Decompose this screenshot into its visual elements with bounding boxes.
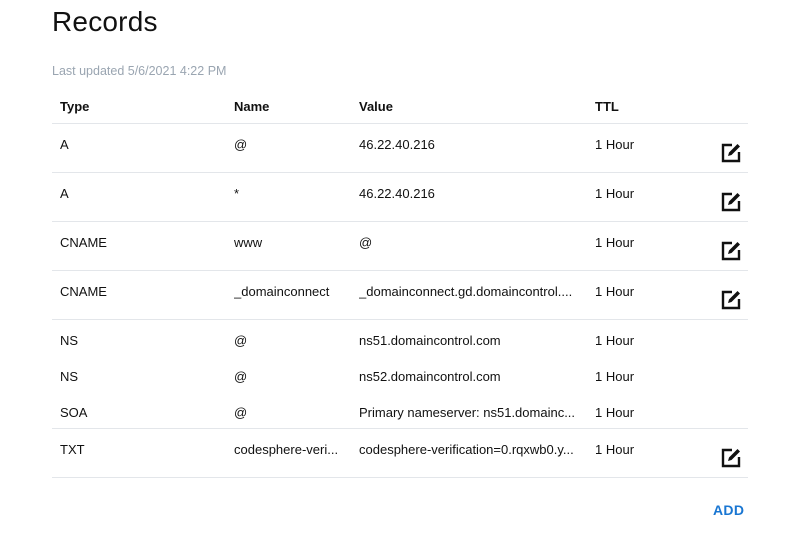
page-title: Records <box>52 6 158 37</box>
edit-record-button[interactable] <box>719 141 743 165</box>
edit-icon <box>721 143 741 163</box>
record-name: codesphere-veri... <box>234 442 339 457</box>
column-header-value: Value <box>359 99 393 114</box>
column-header-type: Type <box>60 99 90 114</box>
edit-record-button[interactable] <box>719 239 743 263</box>
edit-icon <box>721 192 741 212</box>
record-type: A <box>60 186 69 201</box>
record-name: www <box>234 235 263 250</box>
record-type: TXT <box>60 442 85 457</box>
table-row: CNAME _domainconnect _domainconnect.gd.d… <box>52 271 748 320</box>
record-ttl: 1 Hour <box>595 235 635 250</box>
table-row: NS @ ns52.domaincontrol.com 1 Hour <box>52 356 748 392</box>
record-name: @ <box>234 405 248 420</box>
record-type: CNAME <box>60 284 107 299</box>
record-name: * <box>234 186 240 201</box>
record-value: codesphere-verification=0.rqxwb0.y... <box>359 442 574 457</box>
record-ttl: 1 Hour <box>595 405 635 420</box>
record-value: 46.22.40.216 <box>359 137 435 152</box>
edit-record-button[interactable] <box>719 190 743 214</box>
record-name: @ <box>234 369 248 384</box>
edit-icon <box>721 241 741 261</box>
record-ttl: 1 Hour <box>595 284 635 299</box>
record-value: _domainconnect.gd.domaincontrol.... <box>359 284 573 299</box>
record-type: A <box>60 137 69 152</box>
table-row: NS @ ns51.domaincontrol.com 1 Hour <box>52 320 748 356</box>
table-row: A @ 46.22.40.216 1 Hour <box>52 124 748 173</box>
edit-record-button[interactable] <box>719 288 743 312</box>
record-value: @ <box>359 235 373 250</box>
record-value: ns52.domaincontrol.com <box>359 369 501 384</box>
record-value: 46.22.40.216 <box>359 186 435 201</box>
add-record-button[interactable]: ADD <box>713 502 744 518</box>
record-type: NS <box>60 333 79 348</box>
last-updated-text: Last updated 5/6/2021 4:22 PM <box>52 64 227 78</box>
record-ttl: 1 Hour <box>595 369 635 384</box>
dns-records-table: Type Name Value TTL A @ 46.22.40.216 1 H… <box>52 87 748 478</box>
record-type: SOA <box>60 405 88 420</box>
record-name: @ <box>234 137 248 152</box>
column-header-name: Name <box>234 99 270 114</box>
table-header-row: Type Name Value TTL <box>52 87 748 124</box>
record-type: NS <box>60 369 79 384</box>
record-ttl: 1 Hour <box>595 333 635 348</box>
record-ttl: 1 Hour <box>595 442 635 457</box>
column-header-ttl: TTL <box>595 99 619 114</box>
record-type: CNAME <box>60 235 107 250</box>
record-name: @ <box>234 333 248 348</box>
table-row: CNAME www @ 1 Hour <box>52 222 748 271</box>
edit-record-button[interactable] <box>719 446 743 470</box>
edit-icon <box>721 448 741 468</box>
record-ttl: 1 Hour <box>595 186 635 201</box>
record-value: Primary nameserver: ns51.domainc... <box>359 405 576 420</box>
table-row: SOA @ Primary nameserver: ns51.domainc..… <box>52 392 748 429</box>
table-row: A * 46.22.40.216 1 Hour <box>52 173 748 222</box>
record-name: _domainconnect <box>234 284 330 299</box>
record-ttl: 1 Hour <box>595 137 635 152</box>
edit-icon <box>721 290 741 310</box>
record-value: ns51.domaincontrol.com <box>359 333 501 348</box>
table-row: TXT codesphere-veri... codesphere-verifi… <box>52 429 748 478</box>
